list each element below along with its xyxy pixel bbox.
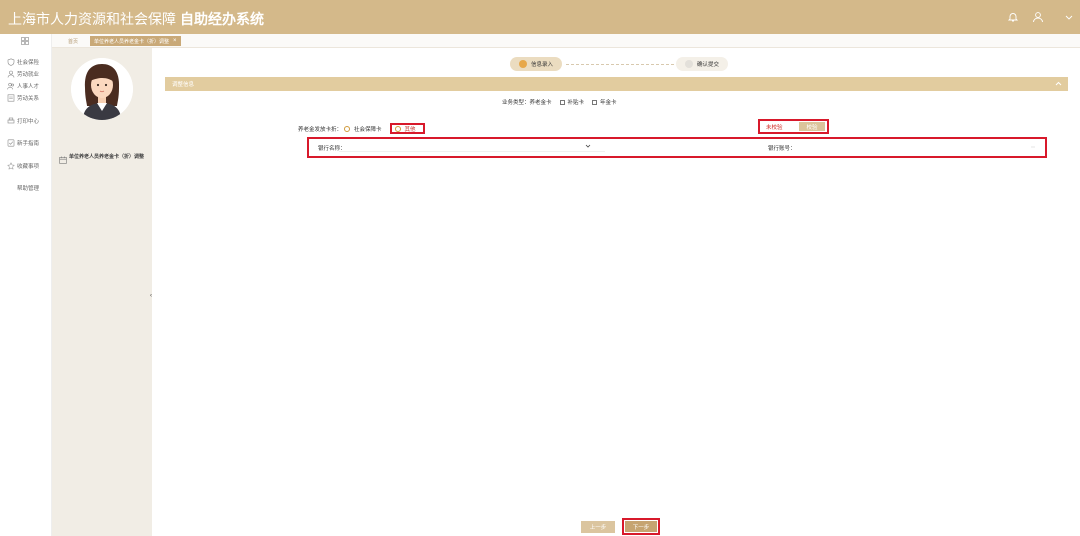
panel-title: 调整信息 (172, 82, 195, 88)
nav-label: 劳动关系 (17, 96, 40, 102)
nav-item-social-insurance[interactable]: 社会保险 (7, 57, 39, 67)
check-icon (685, 60, 693, 68)
nav-item-employment[interactable]: 劳动就业 (7, 69, 39, 79)
step-2-label: 确认提交 (697, 62, 720, 68)
chevron-down-icon[interactable] (1063, 11, 1075, 23)
edit-icon (519, 60, 527, 68)
nav-item-favorites[interactable]: 收藏事项 (7, 161, 39, 171)
bank-name-select[interactable] (339, 151, 605, 152)
grid-icon[interactable] (21, 37, 29, 45)
bell-icon[interactable] (1007, 11, 1019, 23)
nav-item-help[interactable]: 帮助管理 (17, 183, 39, 193)
nav-item-guide[interactable]: 新手指南 (7, 138, 39, 148)
biz-option-pension-card[interactable]: 养老金卡 (530, 98, 552, 106)
chevron-up-icon[interactable] (1054, 79, 1063, 88)
printer-icon (7, 117, 15, 124)
chevron-down-icon[interactable] (585, 143, 591, 149)
business-type-label: 业务类型： (502, 100, 530, 106)
nav-item-labor-relations[interactable]: 劳动关系 (7, 93, 39, 103)
main-content: 信息录入 确认提交 调整信息 业务类型： 养老金卡 补贴卡 年金卡 养老金发放卡… (152, 48, 1080, 536)
pension-social-label[interactable]: 社会保障卡 (354, 125, 382, 133)
step-confirm-submit: 确认提交 (676, 57, 729, 71)
verify-status: 未校验 (766, 124, 783, 131)
app-title: 上海市人力资源和社会保障 自助经办系统 (8, 9, 264, 29)
app-title-main: 上海市人力资源和社会保障 (8, 11, 176, 27)
nav-label: 新手指南 (17, 141, 40, 147)
next-button[interactable]: 下一步 (625, 521, 657, 532)
nav-label: 劳动就业 (17, 72, 40, 78)
nav-label: 打印中心 (17, 119, 40, 125)
business-type-row: 业务类型： 养老金卡 补贴卡 年金卡 (502, 98, 617, 106)
tab-home[interactable]: 首页 (68, 36, 78, 46)
nav-item-print-center[interactable]: 打印中心 (7, 116, 39, 126)
avatar-illustration (71, 58, 133, 120)
profile-panel: 单位养老人员养老金卡（折）调整 (52, 48, 152, 536)
verify-button[interactable]: 校验 (799, 122, 825, 131)
shield-icon (7, 58, 15, 66)
people-icon (7, 82, 15, 90)
step-info-entry: 信息录入 (510, 57, 563, 71)
nav-label: 社会保险 (17, 60, 40, 66)
document-icon (7, 94, 15, 102)
guide-icon (7, 139, 15, 147)
pension-other-option[interactable]: 其他 (389, 123, 425, 134)
next-button-highlight: 下一步 (622, 518, 660, 535)
close-icon[interactable]: × (173, 38, 177, 44)
clear-icon[interactable] (1030, 144, 1036, 150)
bank-info-row: 银行名称： 银行账号： (307, 137, 1047, 158)
step-1-label: 信息录入 (531, 62, 554, 68)
verify-group: 未校验 校验 (758, 119, 829, 134)
nav-label: 人事人才 (17, 84, 40, 90)
biz-option-annuity-card[interactable]: 年金卡 (600, 98, 617, 106)
calendar-icon (59, 156, 67, 164)
nav-label: 收藏事项 (17, 164, 40, 170)
tab-active-label: 单位养老人员养老金卡（折）调整 (94, 38, 170, 45)
app-title-sub: 自助经办系统 (180, 11, 264, 27)
pension-card-row: 养老金发放卡折： 社会保障卡 其他 (298, 123, 425, 134)
top-header: 上海市人力资源和社会保障 自助经办系统 (0, 0, 1080, 34)
tab-bar: 首页 单位养老人员养老金卡（折）调整 × (0, 34, 1080, 48)
nav-label: 帮助管理 (17, 186, 40, 192)
bank-account-label: 银行账号： (768, 146, 796, 152)
tab-active[interactable]: 单位养老人员养老金卡（折）调整 × (90, 36, 181, 46)
profile-item-label: 单位养老人员养老金卡（折）调整 (69, 154, 145, 160)
person-icon (7, 70, 15, 78)
tab-home-label: 首页 (68, 38, 79, 45)
star-icon (7, 162, 15, 170)
panel-header: 调整信息 (165, 77, 1068, 91)
biz-option-subsidy-card[interactable]: 补贴卡 (568, 98, 585, 106)
nav-item-talent[interactable]: 人事人才 (7, 81, 39, 91)
user-icon[interactable] (1032, 11, 1044, 23)
radio-social-card[interactable] (344, 125, 351, 132)
step-connector (566, 64, 674, 65)
checkbox[interactable] (559, 99, 565, 105)
pension-other-label: 其他 (404, 126, 416, 133)
checkbox[interactable] (592, 99, 598, 105)
left-nav: 社会保险 劳动就业 人事人才 劳动关系 打印中心 新手指南 收藏事项 帮助管理 (0, 34, 52, 536)
radio-other[interactable] (394, 125, 401, 132)
prev-button[interactable]: 上一步 (581, 521, 615, 533)
avatar (71, 58, 133, 120)
pension-card-label: 养老金发放卡折： (298, 126, 343, 133)
profile-menu-item[interactable]: 单位养老人员养老金卡（折）调整 (59, 154, 147, 164)
